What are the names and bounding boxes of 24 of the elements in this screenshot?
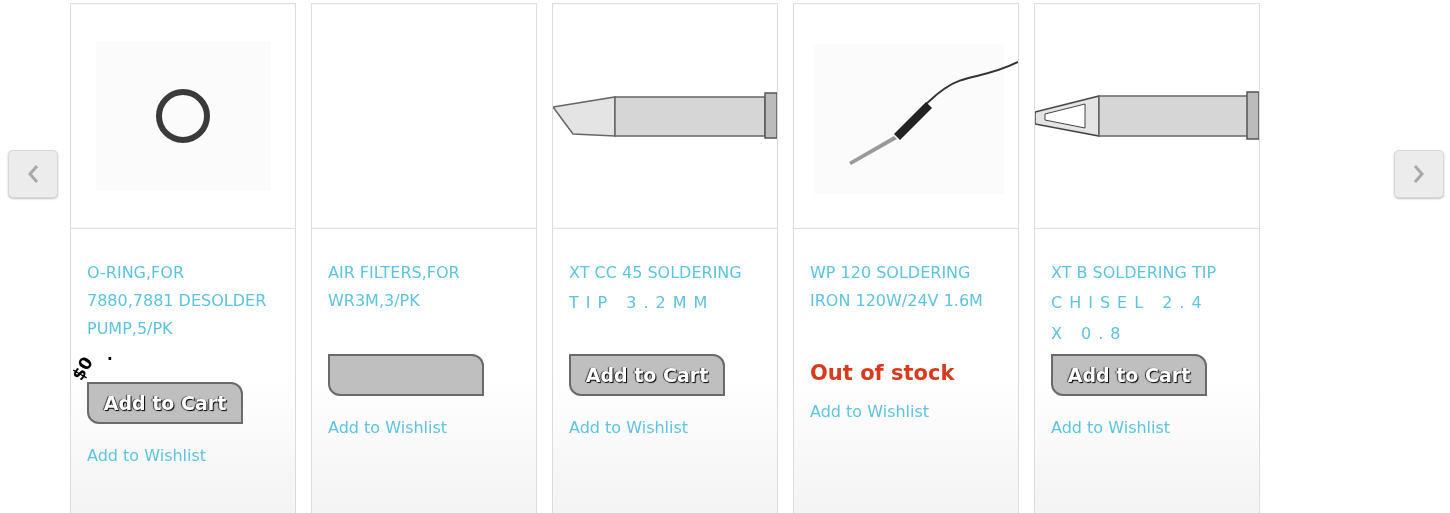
product-title-line[interactable]: WR3M,3/PK (328, 287, 520, 315)
next-button[interactable] (1394, 150, 1444, 198)
chevron-right-icon (1413, 164, 1425, 184)
add-to-wishlist-link[interactable]: Add to Wishlist (810, 399, 1002, 424)
product-title-line[interactable]: 7880,7881 DESOLDER (87, 287, 279, 315)
add-to-cart-button[interactable] (328, 354, 484, 396)
add-to-wishlist-link[interactable]: Add to Wishlist (1051, 416, 1243, 440)
product-title-line[interactable]: PUMP,5/PK (87, 315, 279, 343)
add-to-wishlist-link[interactable]: Add to Wishlist (87, 444, 279, 468)
stock-status: Out of stock (810, 360, 956, 387)
previous-button[interactable] (8, 150, 58, 198)
product-title-line[interactable]: XT B SOLDERING TIP (1051, 259, 1243, 287)
chevron-left-icon (27, 164, 39, 184)
add-to-wishlist-link[interactable]: Add to Wishlist (569, 416, 761, 440)
product-title-line[interactable]: WP 120 SOLDERING (810, 259, 1002, 287)
product-title-line[interactable]: X 0.8 (1051, 318, 1243, 349)
product-title-line[interactable]: CHISEL 2.4 (1051, 287, 1243, 318)
product-title-line[interactable]: AIR FILTERS,FOR (328, 259, 520, 287)
product-title-line[interactable]: TIP 3.2MM (569, 287, 761, 318)
product-title-line[interactable]: XT CC 45 SOLDERING (569, 259, 761, 287)
product-title-line[interactable]: IRON 120W/24V 1.6M (810, 287, 1002, 315)
price-dot: . (107, 345, 113, 366)
add-to-wishlist-link[interactable]: Add to Wishlist (328, 416, 520, 440)
product-title-line[interactable]: O-RING,FOR (87, 259, 279, 287)
